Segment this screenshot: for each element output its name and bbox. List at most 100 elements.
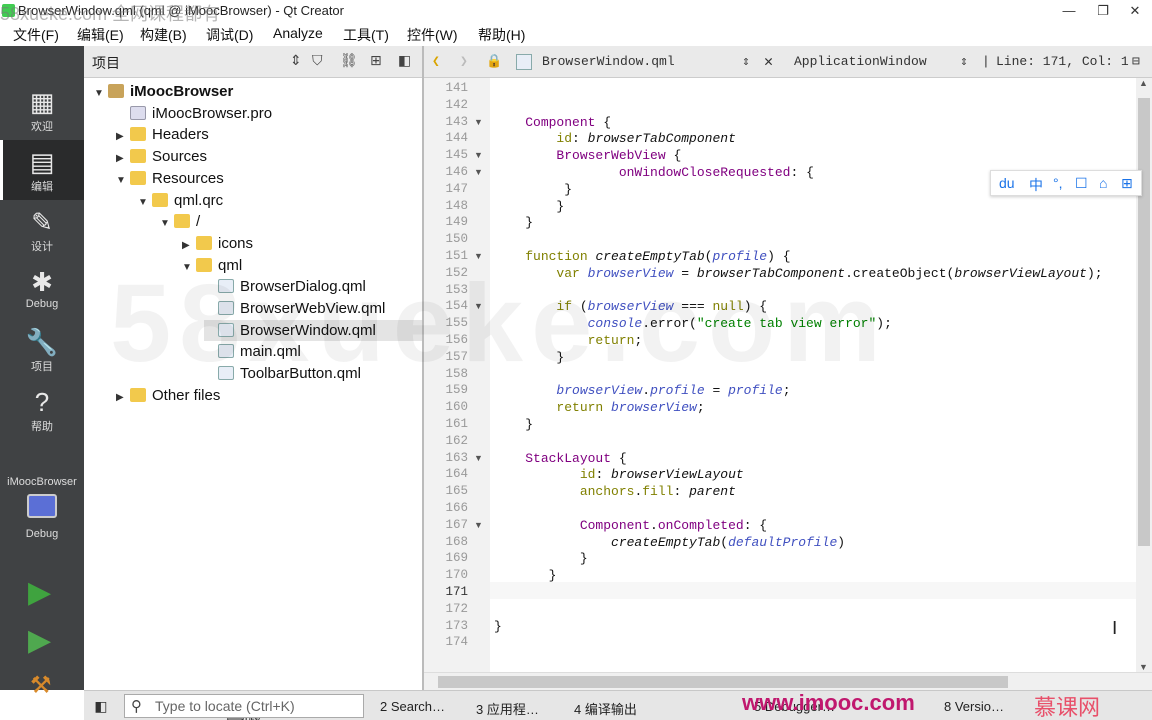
expand-right-icon[interactable]: ▶ bbox=[182, 235, 196, 256]
tree-item-label: icons bbox=[218, 234, 254, 252]
tree-item-label: / bbox=[196, 213, 201, 231]
close-file-icon[interactable]: ✕ bbox=[764, 52, 773, 71]
menu-build[interactable]: 构建(B) bbox=[140, 25, 187, 45]
help-icon: ? bbox=[34, 387, 50, 417]
folder-icon bbox=[130, 387, 146, 402]
tree-item[interactable]: ▶ Other files bbox=[116, 385, 422, 406]
tree-item[interactable]: ▼ iMoocBrowser bbox=[94, 81, 422, 102]
tree-item[interactable]: ▼ qml.qrc bbox=[138, 190, 422, 211]
scroll-down-icon[interactable]: ▼ bbox=[1139, 662, 1148, 672]
expand-down-icon[interactable]: ▼ bbox=[138, 192, 152, 213]
close-panel-icon[interactable]: ◧ bbox=[398, 52, 411, 69]
vertical-scrollbar[interactable]: ▲ ▼ bbox=[1136, 78, 1152, 672]
editor-splitter-icon: | bbox=[982, 54, 990, 69]
debug-run-button[interactable]: ▶ bbox=[28, 626, 51, 656]
output-tab-search[interactable]: 2 Search… bbox=[380, 699, 445, 714]
fold-marker-icon[interactable]: ▼ bbox=[474, 147, 483, 164]
tree-item[interactable]: iMoocBrowser.pro bbox=[116, 103, 422, 124]
back-icon[interactable]: ❮ bbox=[432, 54, 440, 69]
menu-edit[interactable]: 编辑(E) bbox=[77, 25, 124, 45]
open-file-name[interactable]: BrowserWindow.qml bbox=[542, 54, 675, 69]
mode-debug[interactable]: ✱ Debug bbox=[0, 260, 84, 320]
horizontal-scroll-thumb[interactable] bbox=[438, 676, 1008, 688]
split-icon[interactable]: ⊞ bbox=[370, 52, 382, 69]
folder-icon bbox=[130, 170, 146, 185]
build-button[interactable]: ⚒ bbox=[30, 671, 52, 700]
ime-chinese-icon[interactable]: 中 bbox=[1029, 175, 1043, 195]
toggle-sidebar-icon[interactable]: ◧ bbox=[88, 694, 114, 718]
code-line: } bbox=[494, 215, 534, 231]
split-editor-icon[interactable]: ⊟ bbox=[1132, 54, 1140, 69]
line-number: 166 bbox=[445, 501, 468, 515]
tree-item-label: qml.qrc bbox=[174, 191, 224, 209]
line-number: 162 bbox=[445, 433, 468, 448]
menu-file[interactable]: 文件(F) bbox=[13, 25, 59, 45]
line-number: 168 bbox=[445, 534, 468, 549]
mode-projects[interactable]: 🔧 项目 bbox=[0, 320, 84, 380]
expand-down-icon[interactable]: ▼ bbox=[116, 170, 130, 191]
maximize-button[interactable]: ❐ bbox=[1086, 0, 1120, 22]
symbol-dropdown-icon[interactable]: ⇕ bbox=[960, 54, 968, 69]
tree-item[interactable]: ▶ Sources bbox=[116, 146, 422, 167]
code-line: } bbox=[494, 618, 502, 634]
expand-right-icon[interactable]: ▶ bbox=[116, 148, 130, 169]
expand-right-icon[interactable]: ▶ bbox=[116, 387, 130, 408]
project-panel-toolbar: 项目 ⇕ ⛉ ⛓ ⊞ ◧ bbox=[84, 46, 422, 78]
fold-marker-icon[interactable]: ▼ bbox=[474, 114, 483, 131]
locator-input[interactable]: ⚲ Type to locate (Ctrl+K) bbox=[124, 694, 364, 718]
fold-marker-icon[interactable]: ▼ bbox=[474, 450, 483, 467]
watermark-site: www.imooc.com bbox=[742, 690, 915, 715]
cursor-position: Line: 171, Col: 1 bbox=[996, 54, 1129, 69]
close-window-button[interactable]: ✕ bbox=[1118, 0, 1152, 22]
expand-down-icon[interactable]: ▼ bbox=[94, 83, 108, 104]
code-line: StackLayout { bbox=[525, 450, 627, 466]
code-line: onWindowCloseRequested: { bbox=[618, 165, 814, 180]
tree-item[interactable]: ▼ / bbox=[160, 211, 422, 232]
horizontal-scrollbar[interactable] bbox=[424, 672, 1152, 690]
expand-right-icon[interactable]: ▶ bbox=[116, 126, 130, 147]
mode-help[interactable]: ? 帮助 bbox=[0, 380, 84, 440]
search-icon: ⚲ bbox=[131, 698, 142, 715]
mode-design[interactable]: ✎ 设计 bbox=[0, 200, 84, 260]
output-tab-app-output[interactable]: 3 应用程… bbox=[476, 699, 539, 718]
mode-welcome[interactable]: ▦ 欢迎 bbox=[0, 80, 84, 140]
tree-item[interactable]: ▶ Headers bbox=[116, 124, 422, 145]
menu-controls[interactable]: 控件(W) bbox=[407, 25, 458, 45]
line-number: 148 bbox=[445, 198, 468, 213]
minimize-button[interactable]: — bbox=[1052, 0, 1086, 22]
view-select-arrows-icon[interactable]: ⇕ bbox=[290, 52, 302, 69]
tree-item[interactable]: ▶ icons bbox=[182, 233, 422, 254]
ime-keyboard-icon[interactable]: ☐ bbox=[1075, 175, 1088, 192]
menu-tools[interactable]: 工具(T) bbox=[343, 25, 389, 45]
link-icon[interactable]: ⛓ bbox=[340, 52, 358, 69]
mode-label: 编辑 bbox=[31, 181, 53, 193]
menu-help[interactable]: 帮助(H) bbox=[478, 25, 525, 45]
code-line: } bbox=[494, 181, 573, 197]
forward-icon[interactable]: ❯ bbox=[460, 54, 468, 69]
menu-debug[interactable]: 调试(D) bbox=[206, 25, 253, 45]
ime-menu-icon[interactable]: ⊞ bbox=[1121, 175, 1133, 192]
fold-marker-icon[interactable]: ▼ bbox=[474, 517, 483, 534]
line-number: 141 bbox=[445, 81, 468, 95]
mode-label: Debug bbox=[25, 298, 59, 310]
fold-marker-icon[interactable]: ▼ bbox=[474, 164, 483, 181]
grid-icon: ▦ bbox=[29, 87, 55, 117]
output-tab-version-control[interactable]: 8 Versio… bbox=[944, 699, 1004, 714]
output-tab-compile[interactable]: 4 编译输出 bbox=[574, 699, 637, 718]
bug-icon: ✱ bbox=[31, 267, 53, 297]
mode-edit[interactable]: ▤ 编辑 bbox=[0, 140, 84, 200]
run-button[interactable]: ▶ bbox=[28, 578, 51, 608]
expand-down-icon[interactable]: ▼ bbox=[160, 213, 174, 234]
scroll-up-icon[interactable]: ▲ bbox=[1139, 78, 1148, 88]
tree-item[interactable]: ▼ Resources bbox=[116, 168, 422, 189]
kit-selector[interactable]: iMoocBrowser Debug bbox=[0, 476, 84, 540]
ime-logo-icon[interactable]: du bbox=[999, 175, 1015, 191]
menu-analyze[interactable]: Analyze bbox=[273, 25, 323, 41]
filter-icon[interactable]: ⛉ bbox=[312, 52, 323, 69]
line-number: 161 bbox=[445, 417, 468, 431]
file-dropdown-icon[interactable]: ⇕ bbox=[742, 54, 750, 69]
ime-skin-icon[interactable]: ⌂ bbox=[1099, 175, 1107, 191]
ime-punct-icon[interactable]: °, bbox=[1053, 175, 1063, 191]
vertical-scroll-thumb[interactable] bbox=[1138, 98, 1150, 546]
symbol-selector[interactable]: ApplicationWindow bbox=[794, 54, 927, 69]
